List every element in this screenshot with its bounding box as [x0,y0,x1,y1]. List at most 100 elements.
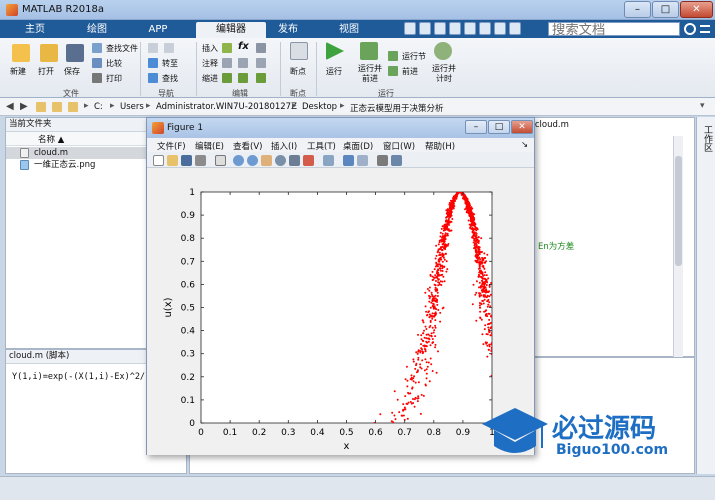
menu-desktop[interactable]: 桌面(D) [343,140,373,152]
help-icon[interactable] [509,22,521,35]
cloud-scatter-chart[interactable]: 0 0.1 0.2 0.3 0.4 0.5 0.6 0.7 0.8 0.9 1 0 0.1 0.2 0.3 0… [147,168,534,455]
breadcrumb-folder[interactable]: 正态云模型用于决策分析 [350,102,444,114]
wrap-comments-icon[interactable] [256,58,266,68]
rotate-icon[interactable] [275,155,286,166]
figure-maximize-button[interactable]: □ [488,120,510,134]
tab-view[interactable]: 视图 [318,22,380,38]
breadcrumb-users[interactable]: Users [120,102,144,112]
run-and-time-icon[interactable] [434,42,452,60]
search-icon[interactable] [684,23,696,35]
switch-window-icon[interactable] [494,22,506,35]
new-icon[interactable] [12,44,30,62]
redo-quick-icon[interactable] [479,22,491,35]
insert-dropdown-icon[interactable] [256,43,266,53]
breakpoints-icon[interactable] [290,42,308,60]
save-figure-icon[interactable] [181,155,192,166]
tab-plots[interactable]: 绘图 [66,22,128,38]
menu-view[interactable]: 查看(V) [233,140,262,152]
percent-comment-icon[interactable] [222,58,232,68]
legend-icon[interactable] [357,155,368,166]
print-figure-icon[interactable] [195,155,206,166]
increase-indent-icon[interactable] [238,73,248,83]
insert-section-icon[interactable] [222,43,232,53]
figure-close-button[interactable]: ✕ [511,120,533,134]
insert-button[interactable]: 插入 [202,43,218,54]
menu-window[interactable]: 窗口(W) [383,140,415,152]
show-tools-icon[interactable] [391,155,402,166]
minimize-button[interactable]: – [624,1,651,18]
open-button[interactable]: 打开 [38,66,54,77]
breakpoints-button[interactable]: 断点 [290,66,306,77]
editor-tab-cloud[interactable]: \cloud.m [532,120,569,130]
breadcrumb-drive[interactable]: C: [94,102,103,112]
collapse-ribbon-icon[interactable] [700,25,710,33]
forward-arrow-icon[interactable]: ▶ [20,101,28,112]
find-button[interactable]: 查找 [162,73,178,84]
breadcrumb-desktop[interactable]: Desktop [302,102,337,112]
zoom-in-icon[interactable] [233,155,244,166]
open-folder-icon[interactable] [40,44,58,62]
run-and-advance-button[interactable]: 运行并 前进 [358,64,382,84]
compare-button[interactable]: 比较 [106,58,122,69]
print-button[interactable]: 打印 [106,73,122,84]
browse-folder-icon[interactable] [52,102,62,112]
back-arrow-icon[interactable]: ◀ [6,101,14,112]
new-button[interactable]: 新建 [10,66,26,77]
tab-apps[interactable]: APP [130,22,186,38]
link-plot-icon[interactable] [323,155,334,166]
menu-insert[interactable]: 插入(I) [271,140,297,152]
run-and-time-button[interactable]: 运行并 计时 [432,64,456,84]
maximize-button[interactable]: □ [652,1,679,18]
png-file-icon [20,160,29,170]
open-file-icon[interactable] [167,155,178,166]
zoom-out-icon[interactable] [247,155,258,166]
figure-minimize-button[interactable]: – [465,120,487,134]
undo-quick-icon[interactable] [464,22,476,35]
run-and-advance-icon[interactable] [360,42,378,60]
tab-publish[interactable]: 发布 [262,22,314,38]
pan-icon[interactable] [261,155,272,166]
tab-home[interactable]: 主页 [8,22,62,38]
menu-file[interactable]: 文件(F) [157,140,186,152]
save-icon[interactable] [66,44,84,62]
data-cursor-icon[interactable] [289,155,300,166]
save-quick-icon[interactable] [404,22,416,35]
paste-quick-icon[interactable] [449,22,461,35]
cut-quick-icon[interactable] [419,22,431,35]
indent-button[interactable]: 缩进 [202,73,218,84]
hide-tools-icon[interactable] [377,155,388,166]
run-button[interactable]: 运行 [326,66,342,77]
decrease-indent-icon[interactable] [256,73,266,83]
comment-toggle-icon[interactable] [238,58,248,68]
advance-button[interactable]: 前进 [402,66,418,77]
run-icon[interactable] [326,42,344,60]
forward-nav-icon[interactable] [164,43,174,53]
brush-icon[interactable] [303,155,314,166]
close-button[interactable]: ✕ [680,1,713,18]
editor-scroll-thumb[interactable] [675,156,682,266]
goto-button[interactable]: 转至 [162,58,178,69]
address-dropdown-icon[interactable]: ▾ [700,101,705,111]
search-documentation-input[interactable] [548,22,680,36]
new-figure-icon[interactable] [153,155,164,166]
smart-indent-icon[interactable] [222,73,232,83]
pointer-icon[interactable] [215,155,226,166]
figure-window[interactable]: Figure 1 – □ ✕ 文件(F) 编辑(E) 查看(V) 插入(I) 工… [146,117,535,455]
back-forward-icon[interactable] [148,43,158,53]
up-folder-icon[interactable] [36,102,46,112]
copy-quick-icon[interactable] [434,22,446,35]
menu-help[interactable]: 帮助(H) [425,140,455,152]
figure-titlebar[interactable]: Figure 1 – □ ✕ [147,118,534,138]
run-section-button[interactable]: 运行节 [402,51,426,62]
breadcrumb-user[interactable]: Administrator.WIN7U-20180127Z [156,102,297,112]
comment-button[interactable]: 注释 [202,58,218,69]
colorbar-icon[interactable] [343,155,354,166]
menu-edit[interactable]: 编辑(E) [195,140,224,152]
insert-function-button[interactable]: fx [238,41,249,52]
menu-tools[interactable]: 工具(T) [307,140,336,152]
save-button[interactable]: 保存 [64,66,80,77]
find-files-button[interactable]: 查找文件 [106,43,138,54]
dock-arrow-icon[interactable]: ↘ [521,140,528,150]
tab-editor[interactable]: 编辑器 [196,22,266,38]
plot-area[interactable]: 0 0.1 0.2 0.3 0.4 0.5 0.6 0.7 0.8 0.9 1 0 0.1 0.2 0.3 0… [147,168,534,455]
